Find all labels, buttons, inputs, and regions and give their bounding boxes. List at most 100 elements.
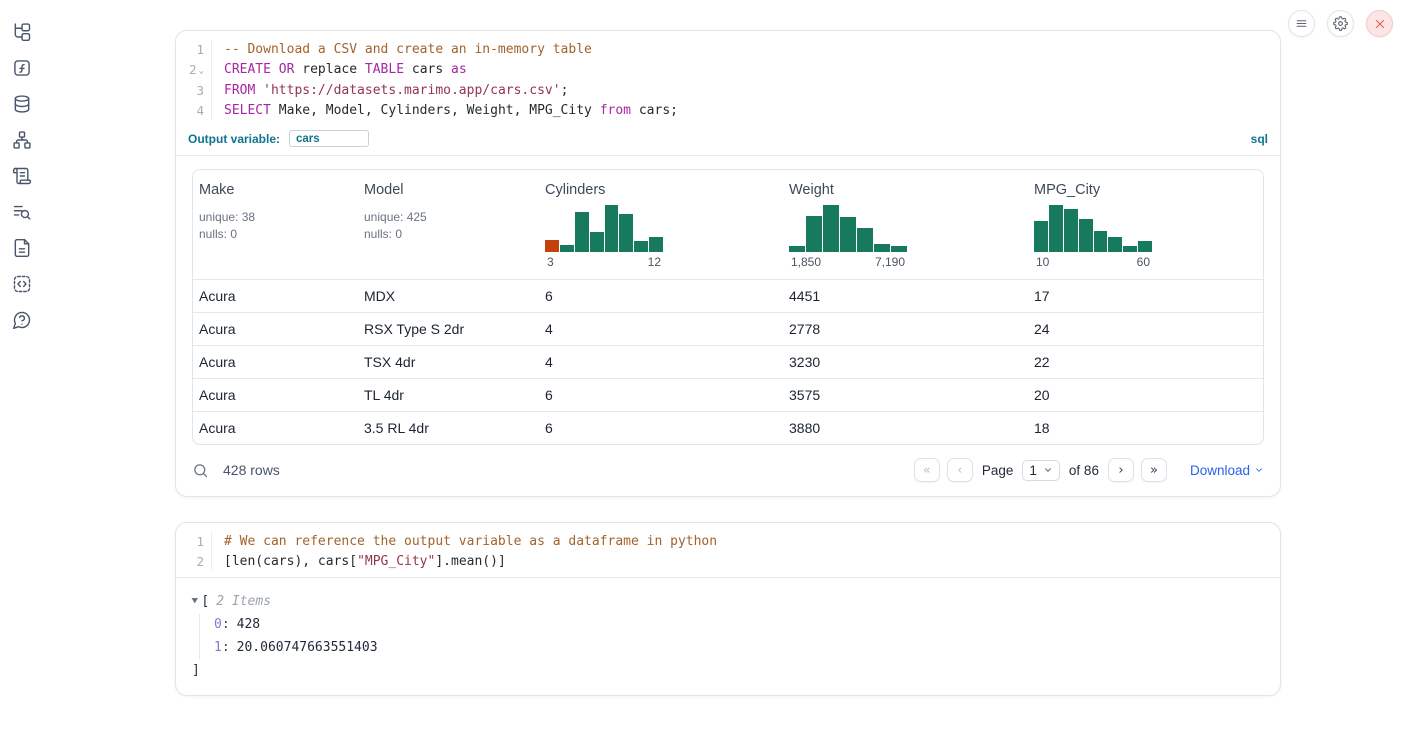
python-code-editor[interactable]: 1# We can reference the output variable …: [176, 523, 1280, 577]
histogram-bar[interactable]: [1094, 231, 1108, 252]
histogram-bar[interactable]: [806, 216, 822, 252]
code-line[interactable]: 3FROM 'https://datasets.marimo.app/cars.…: [176, 81, 1280, 101]
histogram-bar[interactable]: [575, 212, 589, 252]
code-line[interactable]: 2⌄CREATE OR replace TABLE cars as: [176, 60, 1280, 82]
shutdown-button[interactable]: [1366, 10, 1393, 37]
column-stats: unique: 38nulls: 0: [199, 209, 352, 242]
histogram-bar[interactable]: [1049, 205, 1063, 252]
sidebar-button-file-tree[interactable]: [10, 21, 34, 43]
sidebar-button-logs[interactable]: [10, 201, 34, 223]
histogram-bar[interactable]: [1138, 241, 1152, 252]
table-cell: 24: [1028, 321, 1263, 337]
sidebar-button-database[interactable]: [10, 93, 34, 115]
histogram-bar[interactable]: [1034, 221, 1048, 252]
histogram-bar[interactable]: [634, 241, 648, 252]
histogram-bar[interactable]: [560, 245, 574, 252]
column-header-cylinders[interactable]: Cylinders312: [539, 170, 783, 279]
histogram-bar[interactable]: [590, 232, 604, 252]
sidebar-button-functions[interactable]: [10, 57, 34, 79]
table-row[interactable]: AcuraRSX Type S 2dr4277824: [193, 312, 1263, 345]
code-text: -- Download a CSV and create an in-memor…: [212, 40, 592, 60]
histogram-max-label: 12: [648, 255, 661, 269]
download-link[interactable]: Download: [1190, 463, 1264, 478]
histogram-bar[interactable]: [1108, 237, 1122, 252]
sidebar-button-dependency-graph[interactable]: [10, 129, 34, 151]
histogram-bar[interactable]: [1123, 246, 1137, 252]
file-tree-icon: [12, 22, 32, 42]
code-text: SELECT Make, Model, Cylinders, Weight, M…: [212, 101, 678, 121]
row-count: 428 rows: [223, 462, 280, 478]
close-bracket: ]: [192, 661, 200, 680]
tree-entry: 0:428: [214, 614, 1264, 637]
prev-page-button[interactable]: ‹: [947, 458, 973, 482]
output-variable-input[interactable]: [289, 130, 369, 147]
sql-code-editor[interactable]: 1-- Download a CSV and create an in-memo…: [176, 31, 1280, 126]
table-row[interactable]: AcuraTL 4dr6357520: [193, 378, 1263, 411]
column-header-mpg_city[interactable]: MPG_City1060: [1028, 170, 1263, 279]
open-bracket: [: [201, 592, 209, 611]
menu-button[interactable]: [1288, 10, 1315, 37]
histogram-bar[interactable]: [605, 205, 619, 252]
column-header-make[interactable]: Makeunique: 38nulls: 0: [193, 170, 358, 279]
table-cell: Acura: [193, 354, 358, 370]
histogram-min-label: 10: [1036, 255, 1049, 269]
histogram-bar[interactable]: [545, 240, 559, 252]
fold-chevron-icon[interactable]: ⌄: [199, 66, 204, 76]
column-label: Cylinders: [545, 182, 777, 198]
table-row[interactable]: Acura3.5 RL 4dr6388018: [193, 411, 1263, 444]
next-page-button[interactable]: ›: [1108, 458, 1134, 482]
download-label: Download: [1190, 463, 1250, 478]
first-page-button[interactable]: «: [914, 458, 940, 482]
table-search-button[interactable]: [192, 462, 209, 479]
sidebar-button-documentation[interactable]: [10, 237, 34, 259]
histogram-bar[interactable]: [891, 246, 907, 252]
code-line[interactable]: 1-- Download a CSV and create an in-memo…: [176, 40, 1280, 60]
tree-entry-index: 1: [214, 640, 222, 655]
pagination: « ‹ Page 1 of 86 › » Download: [914, 458, 1264, 482]
table-cell: 22: [1028, 354, 1263, 370]
sidebar-button-help[interactable]: [10, 309, 34, 331]
table-row[interactable]: AcuraMDX6445117: [193, 279, 1263, 312]
sidebar-button-scratchpad[interactable]: [10, 165, 34, 187]
histogram-bar[interactable]: [649, 237, 663, 252]
histogram-bar[interactable]: [1064, 209, 1078, 252]
last-page-button[interactable]: »: [1141, 458, 1167, 482]
table-cell: 3230: [783, 354, 1028, 370]
column-histogram: 1,8507,190: [789, 205, 907, 269]
sql-cell-output: Makeunique: 38nulls: 0Modelunique: 425nu…: [176, 155, 1280, 496]
table-cell: 3880: [783, 420, 1028, 436]
column-histogram: 1060: [1034, 205, 1152, 269]
histogram-bar[interactable]: [1079, 219, 1093, 252]
language-badge: sql: [1251, 132, 1268, 146]
histogram-bar[interactable]: [823, 205, 839, 252]
histogram-bar[interactable]: [857, 228, 873, 252]
line-number: 2⌄: [176, 60, 212, 82]
column-header-model[interactable]: Modelunique: 425nulls: 0: [358, 170, 539, 279]
histogram-bar[interactable]: [874, 244, 890, 252]
column-header-weight[interactable]: Weight 1,8507,190: [783, 170, 1028, 279]
page-select-value: 1: [1029, 463, 1037, 478]
tree-entry-index: 0: [214, 617, 222, 632]
histogram-bar[interactable]: [840, 217, 856, 252]
code-line[interactable]: 2[len(cars), cars["MPG_City"].mean()]: [176, 552, 1280, 572]
collapse-chevron-icon[interactable]: ▼: [191, 592, 198, 611]
code-line[interactable]: 1# We can reference the output variable …: [176, 532, 1280, 552]
settings-button[interactable]: [1327, 10, 1354, 37]
table-cell: TSX 4dr: [358, 354, 539, 370]
table-cell: 6: [539, 288, 783, 304]
table-row[interactable]: AcuraTSX 4dr4323022: [193, 345, 1263, 378]
database-icon: [12, 94, 32, 114]
code-line[interactable]: 4SELECT Make, Model, Cylinders, Weight, …: [176, 101, 1280, 121]
notebook-content: 1 -- Download a CSV and create an in-memo…: [175, 30, 1281, 696]
sidebar-button-snippets[interactable]: [10, 273, 34, 295]
table-cell: 6: [539, 387, 783, 403]
table-cell: Acura: [193, 288, 358, 304]
table-cell: Acura: [193, 321, 358, 337]
column-label: Weight: [789, 182, 1022, 198]
table-cell: 18: [1028, 420, 1263, 436]
histogram-bar[interactable]: [619, 214, 633, 252]
chevron-down-icon: [1043, 465, 1053, 475]
page-select[interactable]: 1: [1022, 460, 1060, 481]
histogram-bar[interactable]: [789, 246, 805, 252]
table-cell: RSX Type S 2dr: [358, 321, 539, 337]
